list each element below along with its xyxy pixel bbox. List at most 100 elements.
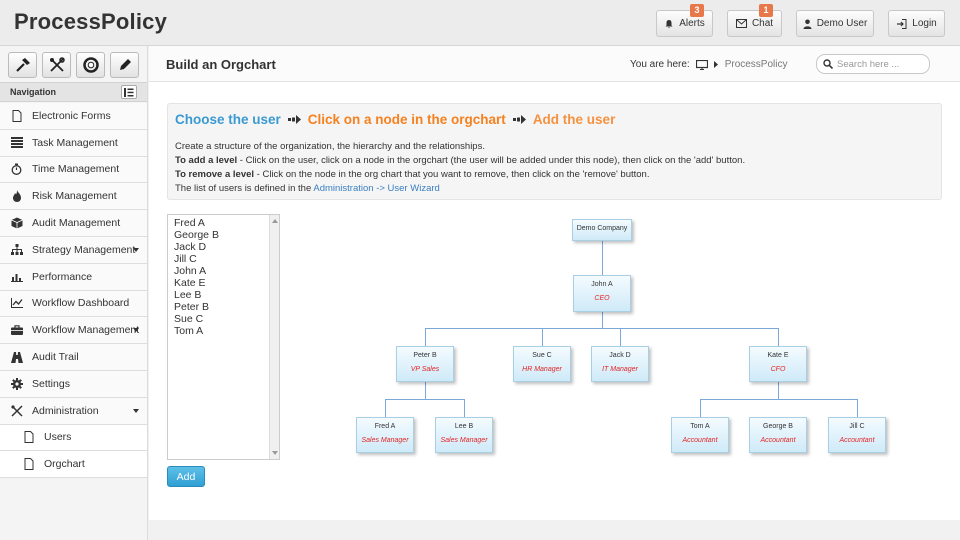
login-label: Login (912, 18, 937, 29)
tools-tool-button[interactable] (42, 52, 71, 78)
chat-button[interactable]: Chat 1 (727, 4, 782, 37)
org-node-ceo[interactable]: John A CEO (573, 275, 631, 312)
sidebar-item-label: Audit Management (32, 217, 121, 230)
instruction-line-add: To add a level - Click on the user, clic… (175, 154, 935, 168)
org-node-accountant-george[interactable]: George B Accountant (749, 417, 807, 453)
list-item[interactable]: George B (174, 229, 273, 241)
org-node-role: Accountant (760, 437, 796, 444)
org-node-name: Peter B (413, 352, 437, 359)
breadcrumb: You are here: ProcessPolicy (630, 59, 788, 70)
sidebar-item-audit-trail[interactable]: Audit Trail (0, 344, 147, 371)
list-item[interactable]: Fred A (174, 217, 273, 229)
org-node-accountant-tom[interactable]: Tom A Accountant (671, 417, 729, 453)
chevron-down-icon (133, 408, 139, 413)
login-button[interactable]: Login (888, 10, 945, 37)
user-label: Demo User (816, 18, 868, 29)
navigation-header: Navigation (0, 82, 147, 102)
org-connector (778, 382, 779, 399)
list-item[interactable]: Sue C (174, 313, 273, 325)
navigation-label: Navigation (10, 87, 57, 97)
hammer-tool-button[interactable] (8, 52, 37, 78)
search-input[interactable] (837, 58, 922, 70)
list-scrollbar[interactable] (269, 215, 279, 459)
chevron-right-icon (713, 61, 718, 68)
org-node-vp-sales[interactable]: Peter B VP Sales (396, 346, 454, 382)
hammer-icon (15, 58, 30, 72)
gear-icon (10, 377, 23, 390)
sidebar-item-strategy-management[interactable]: Strategy Management (0, 236, 147, 264)
sidebar-item-users[interactable]: Users (0, 424, 147, 452)
instruction-bold: To add a level (175, 155, 238, 166)
line-chart-icon (10, 298, 23, 309)
alerts-button[interactable]: Alerts 3 (656, 4, 713, 37)
list-item[interactable]: Tom A (174, 325, 273, 337)
org-connector (602, 241, 603, 275)
edit-tool-button[interactable] (110, 52, 139, 78)
org-node-role: HR Manager (522, 366, 562, 373)
org-node-sales-manager-fred[interactable]: Fred A Sales Manager (356, 417, 414, 453)
user-list[interactable]: Fred A George B Jack D Jill C John A Kat… (167, 214, 280, 460)
org-node-company[interactable]: Demo Company (572, 219, 632, 241)
list-item[interactable]: Kate E (174, 277, 273, 289)
org-connector (385, 399, 386, 417)
list-item[interactable]: Lee B (174, 289, 273, 301)
org-node-cfo[interactable]: Kate E CFO (749, 346, 807, 382)
help-tool-button[interactable] (76, 52, 105, 78)
search-box (816, 54, 930, 74)
org-node-role: CFO (770, 366, 786, 373)
list-item[interactable]: Jack D (174, 241, 273, 253)
org-node-it-manager[interactable]: Jack D IT Manager (591, 346, 649, 382)
org-node-name: Tom A (690, 423, 710, 430)
user-wizard-link[interactable]: Administration -> User Wizard (313, 183, 439, 194)
instruction-line-users: The list of users is defined in the Admi… (175, 182, 935, 196)
org-connector (857, 399, 858, 417)
navigation-toggle-button[interactable] (121, 85, 137, 99)
sidebar-item-label: Workflow Management (32, 324, 140, 337)
sidebar-item-workflow-management[interactable]: Workflow Management (0, 317, 147, 345)
tools-icon (10, 405, 23, 417)
sidebar-item-label: Audit Trail (32, 351, 79, 364)
steps-row: Choose the user Click on a node in the o… (175, 112, 615, 127)
search-icon (823, 59, 833, 69)
add-user-button[interactable]: Add (167, 466, 205, 487)
list-item[interactable]: John A (174, 265, 273, 277)
sidebar-item-administration[interactable]: Administration (0, 397, 147, 425)
list-toggle-icon (124, 87, 134, 97)
org-node-sales-manager-lee[interactable]: Lee B Sales Manager (435, 417, 493, 453)
org-node-role: Sales Manager (361, 437, 409, 444)
org-connector (425, 328, 426, 346)
sidebar-item-audit-management[interactable]: Audit Management (0, 210, 147, 237)
sidebar-item-label: Workflow Dashboard (32, 297, 130, 310)
sidebar-item-performance[interactable]: Performance (0, 263, 147, 291)
org-node-name: George B (763, 423, 793, 430)
sidebar-item-risk-management[interactable]: Risk Management (0, 183, 147, 211)
org-node-role: Accountant (682, 437, 718, 444)
instructions-text: Create a structure of the organization, … (175, 140, 935, 196)
list-item[interactable]: Peter B (174, 301, 273, 313)
sign-in-icon (897, 18, 907, 29)
instruction-text: - Click on the node in the org chart tha… (254, 169, 650, 180)
sidebar-item-task-management[interactable]: Task Management (0, 129, 147, 157)
monitor-icon[interactable] (695, 59, 708, 70)
org-node-hr-manager[interactable]: Sue C HR Manager (513, 346, 571, 382)
chat-count-badge: 1 (759, 4, 773, 17)
scroll-down-icon[interactable] (272, 451, 278, 455)
list-item[interactable]: Jill C (174, 253, 273, 265)
org-node-name: Fred A (374, 423, 396, 430)
breadcrumb-prefix: You are here: (630, 59, 690, 70)
top-header: ProcessPolicy Alerts 3 Chat 1 Demo User … (0, 0, 960, 46)
sidebar-item-orgchart[interactable]: Orgchart (0, 451, 147, 479)
file-icon (12, 109, 21, 122)
org-connector (602, 312, 603, 328)
org-connector (700, 399, 701, 417)
scroll-up-icon[interactable] (272, 219, 278, 223)
breadcrumb-current[interactable]: ProcessPolicy (725, 59, 788, 70)
sidebar-item-electronic-forms[interactable]: Electronic Forms (0, 103, 147, 130)
org-node-accountant-jill[interactable]: Jill C Accountant (828, 417, 886, 453)
user-menu-button[interactable]: Demo User (796, 10, 874, 37)
alerts-count-badge: 3 (690, 4, 704, 17)
sidebar-item-workflow-dashboard[interactable]: Workflow Dashboard (0, 290, 147, 318)
sidebar-item-time-management[interactable]: Time Management (0, 156, 147, 184)
sidebar-item-settings[interactable]: Settings (0, 370, 147, 398)
org-node-name: Sue C (532, 352, 552, 359)
